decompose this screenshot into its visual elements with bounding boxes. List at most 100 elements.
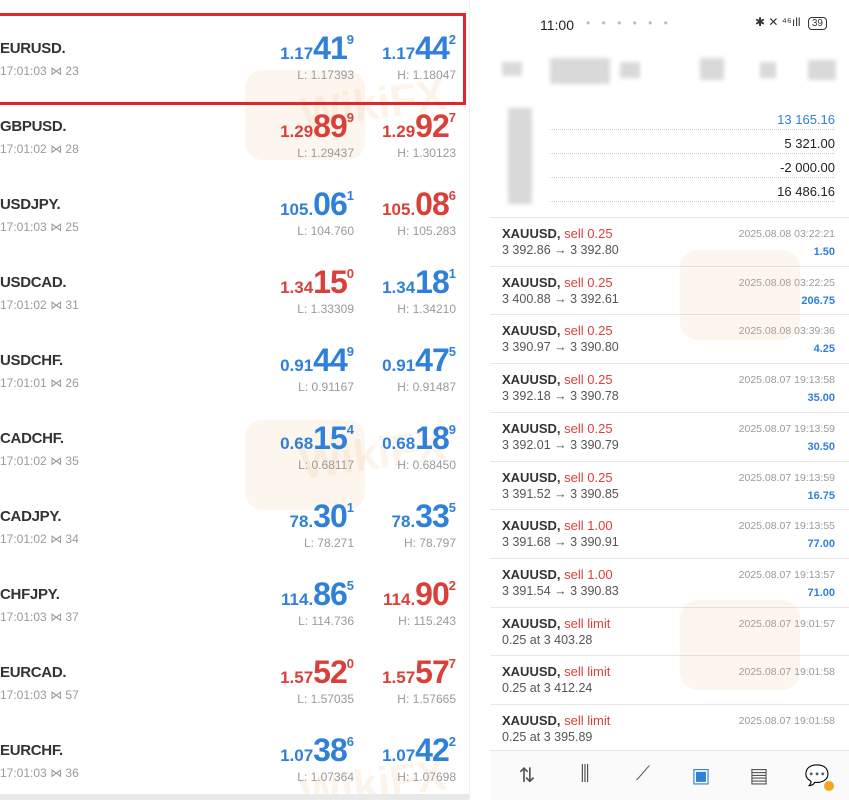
- trade-row[interactable]: XAUUSD, sell 0.25 3 400.88 → 3 392.61 2025…: [490, 265, 849, 315]
- ask-price: 1.34181: [382, 264, 456, 304]
- bid-price: 78.301: [290, 498, 354, 538]
- quote-time: 17:01:03: [0, 766, 47, 780]
- bottom-nav: ⇅ ⫼ ⟋ ▣ ▤ 💬: [490, 750, 849, 800]
- symbol-name: EURCHF.: [0, 742, 63, 759]
- quote-row[interactable]: CADCHF. 17:01:02 ⋈ 35 0.68154 0.68189 L: 0.6…: [0, 416, 469, 494]
- price-pips: 44: [313, 342, 348, 378]
- messages-nav-icon[interactable]: 💬: [802, 763, 834, 791]
- trade-row[interactable]: XAUUSD, sell limit 0.25 at 3 412.24 2025.0…: [490, 655, 849, 704]
- price-pips: 42: [415, 732, 450, 768]
- quote-row[interactable]: EURCAD. 17:01:03 ⋈ 57 1.57520 1.57577 L: 1.5…: [0, 650, 469, 728]
- price-pips: 30: [313, 498, 348, 534]
- trade-price: 3 390.97 → 3 390.80: [502, 340, 619, 355]
- ask-price: 78.335: [392, 498, 456, 538]
- trade-row[interactable]: XAUUSD, sell 0.25 3 392.18 → 3 390.78 2025…: [490, 363, 849, 412]
- trade-row[interactable]: XAUUSD, sell limit 0.25 at 3 395.89 2025.0…: [490, 704, 849, 753]
- ask-price: 0.68189: [382, 420, 456, 460]
- quote-row[interactable]: CHFJPY. 17:01:03 ⋈ 37 114.865 114.902 L: 114…: [0, 572, 469, 650]
- history-nav-icon[interactable]: ▣: [686, 763, 716, 789]
- quote-row[interactable]: CADJPY. 17:01:02 ⋈ 34 78.301 78.335 L: 78.27…: [0, 494, 469, 572]
- low-price: L: 1.07364: [297, 770, 354, 784]
- symbol-name: USDJPY.: [0, 196, 61, 213]
- redacted-block: [808, 60, 836, 80]
- signal-icons: ✱ ✕ ⁴⁶ıll: [754, 15, 801, 29]
- price-prefix: 1.29: [382, 122, 416, 141]
- trade-symbol-name: XAUUSD,: [502, 615, 561, 631]
- quote-time: 17:01:02: [0, 454, 47, 468]
- trade-row[interactable]: XAUUSD, sell 1.00 3 391.68 → 3 390.91 2025…: [490, 509, 849, 558]
- price-prefix: 105.: [382, 200, 416, 219]
- quote-row[interactable]: EURCHF. 17:01:03 ⋈ 36 1.07386 1.07422 L: 1.0…: [0, 728, 469, 800]
- notification-badge: [824, 781, 834, 791]
- redacted-block: [760, 62, 776, 78]
- trade-nav-icon[interactable]: ⟋: [628, 763, 658, 789]
- trade-row[interactable]: XAUUSD, sell 1.00 3 391.54 → 3 390.83 2025…: [490, 557, 849, 607]
- balance-row: 16 486.16: [550, 182, 835, 202]
- redacted-block: [620, 62, 640, 78]
- bid-price: 1.07386: [280, 732, 354, 772]
- trade-price: 0.25 at 3 412.24: [502, 681, 593, 696]
- scrollbar[interactable]: [0, 794, 469, 800]
- trade-symbol: XAUUSD, sell 1.00: [502, 567, 613, 582]
- news-nav-icon-glyph: ▤: [749, 765, 769, 787]
- low-price: L: 78.271: [303, 536, 354, 550]
- quote-row[interactable]: USDCHF. 17:01:01 ⋈ 26 0.91449 0.91475 L: 0.9…: [0, 338, 469, 416]
- quote-meta: 17:01:03 ⋈ 25: [0, 220, 79, 234]
- symbol-name: USDCAD.: [0, 274, 67, 291]
- price-fraction: 5: [448, 344, 456, 359]
- trade-symbol: XAUUSD, sell 0.25: [502, 421, 613, 436]
- symbol-name: EURCAD.: [0, 664, 67, 681]
- trade-time: 2025.08.08 03:39:36: [738, 325, 835, 338]
- quote-meta: 17:01:02 ⋈ 28: [0, 142, 79, 156]
- price-fraction: 9: [346, 110, 354, 125]
- quote-meta: 17:01:03 ⋈ 57: [0, 688, 79, 702]
- price-prefix: 1.07: [280, 746, 314, 765]
- price-fraction: 1: [346, 500, 354, 515]
- price-pips: 33: [415, 498, 450, 534]
- trade-row[interactable]: XAUUSD, sell limit 0.25 at 3 403.28 2025.0…: [490, 606, 849, 656]
- quote-row[interactable]: USDCAD. 17:01:02 ⋈ 31 1.34150 1.34181 L: 1.3…: [0, 260, 469, 338]
- price-pips: 89: [313, 108, 348, 144]
- quote-time: 17:01:02: [0, 142, 47, 156]
- trade-price: 3 391.52 → 3 390.85: [502, 486, 619, 501]
- ask-price: 114.902: [383, 576, 456, 616]
- trade-row[interactable]: XAUUSD, sell 0.25 3 392.01 → 3 390.79 2025…: [490, 411, 849, 461]
- trade-symbol-name: XAUUSD,: [502, 566, 561, 582]
- symbol-name: CADCHF.: [0, 430, 64, 447]
- high-price: H: 0.68450: [397, 458, 456, 472]
- trade-type: sell 0.25: [564, 323, 613, 339]
- low-price: L: 1.29437: [297, 146, 354, 160]
- quote-row[interactable]: USDJPY. 17:01:03 ⋈ 25 105.061 105.086 L: 104…: [0, 182, 469, 260]
- news-nav-icon[interactable]: ▤: [744, 763, 774, 789]
- bid-price: 114.865: [281, 576, 354, 616]
- quote-row[interactable]: GBPUSD. 17:01:02 ⋈ 28 1.29899 1.29927 L: 1.2…: [0, 104, 469, 182]
- trade-row[interactable]: XAUUSD, sell 0.25 3 391.52 → 3 390.85 2025…: [490, 460, 849, 510]
- trade-time: 2025.08.08 03:22:21: [738, 228, 835, 240]
- quote-time: 17:01:03: [0, 610, 47, 624]
- chart-nav-icon-glyph: ⫼: [580, 763, 590, 785]
- balance-row: -2 000.00: [550, 158, 835, 178]
- quotes-panel: WikiFX WikiFX WikiFX EURUSD. 17:01:03 ⋈ 2…: [0, 0, 470, 800]
- status-dots: • • • • • •: [586, 16, 672, 30]
- redacted-block: [508, 108, 532, 204]
- trade-row[interactable]: XAUUSD, sell 0.25 3 390.97 → 3 390.80 2025…: [490, 314, 849, 363]
- price-prefix: 1.34: [280, 278, 314, 297]
- trade-price: 3 400.88 → 3 392.61: [502, 291, 619, 306]
- trade-type: sell 0.25: [564, 420, 613, 436]
- spread-icon: ⋈: [50, 610, 63, 624]
- trade-time: 2025.08.08 03:22:25: [738, 276, 835, 289]
- chart-nav-icon[interactable]: ⫼: [570, 763, 600, 789]
- balance-row: 5 321.00: [550, 134, 835, 154]
- trade-profit: 30.50: [807, 440, 835, 453]
- spread-icon: ⋈: [50, 688, 63, 702]
- trade-row[interactable]: XAUUSD, sell 0.25 3 392.86 → 3 392.80 2025…: [490, 217, 849, 266]
- redacted-block: [502, 62, 522, 76]
- price-prefix: 1.34: [382, 278, 416, 297]
- symbol-name: USDCHF.: [0, 352, 63, 369]
- price-pips: 06: [313, 186, 348, 222]
- price-fraction: 2: [448, 578, 456, 593]
- spread-icon: ⋈: [50, 532, 63, 546]
- price-prefix: 78.: [289, 512, 314, 531]
- price-prefix: 1.07: [382, 746, 416, 765]
- quotes-nav-icon[interactable]: ⇅: [512, 763, 542, 789]
